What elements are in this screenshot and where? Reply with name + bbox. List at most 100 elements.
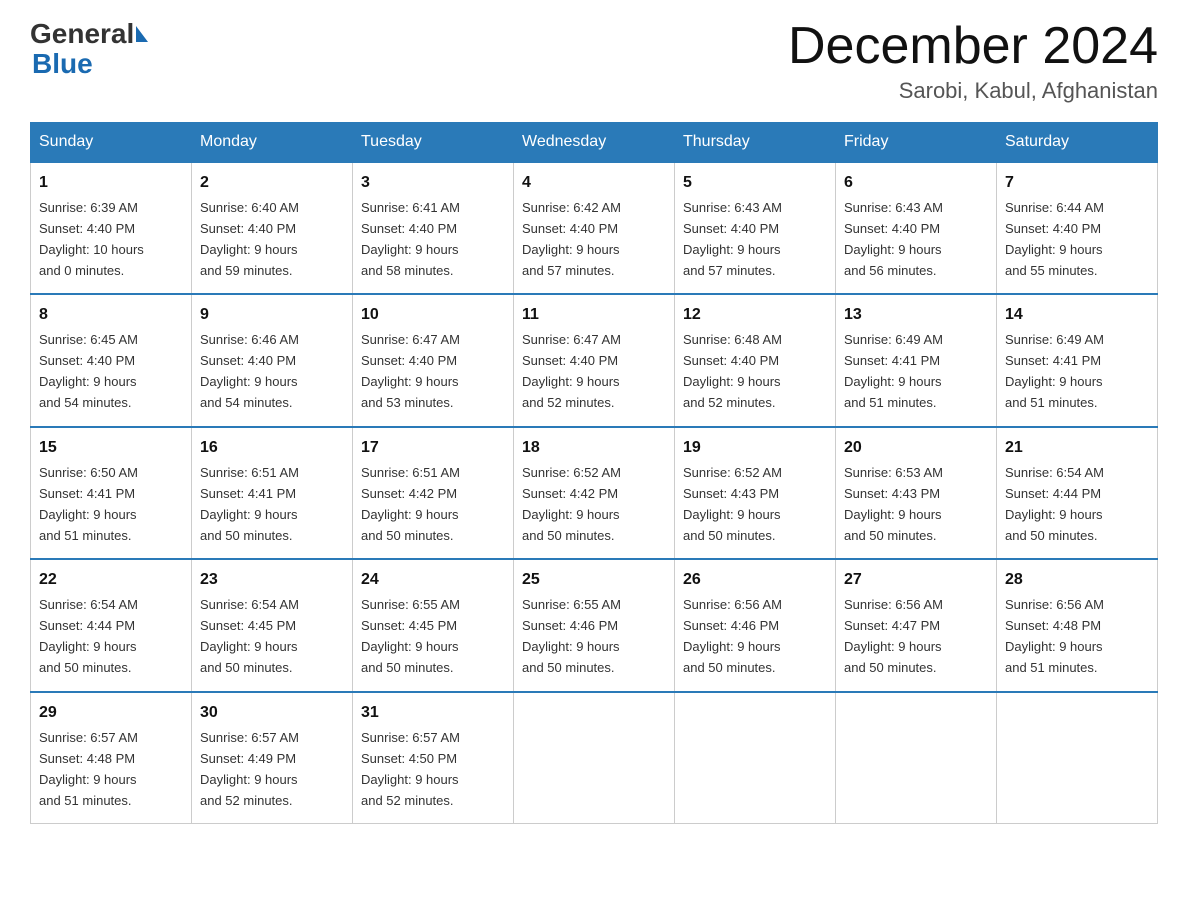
day-info: Sunrise: 6:55 AMSunset: 4:46 PMDaylight:… [522, 597, 621, 675]
day-info: Sunrise: 6:43 AMSunset: 4:40 PMDaylight:… [683, 200, 782, 278]
calendar-day-cell: 10 Sunrise: 6:47 AMSunset: 4:40 PMDayligh… [353, 294, 514, 426]
day-info: Sunrise: 6:46 AMSunset: 4:40 PMDaylight:… [200, 332, 299, 410]
calendar-day-cell: 24 Sunrise: 6:55 AMSunset: 4:45 PMDayligh… [353, 559, 514, 691]
day-number: 1 [39, 171, 183, 196]
day-number: 24 [361, 568, 505, 593]
calendar-day-cell: 9 Sunrise: 6:46 AMSunset: 4:40 PMDaylight… [192, 294, 353, 426]
day-number: 23 [200, 568, 344, 593]
day-info: Sunrise: 6:47 AMSunset: 4:40 PMDaylight:… [361, 332, 460, 410]
day-number: 13 [844, 303, 988, 328]
calendar-day-cell: 12 Sunrise: 6:48 AMSunset: 4:40 PMDayligh… [675, 294, 836, 426]
calendar-week-row: 22Sunrise: 6:54 AMSunset: 4:44 PMDayligh… [31, 559, 1158, 691]
header-tuesday: Tuesday [353, 123, 514, 163]
logo-row1: General [30, 20, 148, 48]
day-number: 19 [683, 436, 827, 461]
calendar-day-cell: 21 Sunrise: 6:54 AMSunset: 4:44 PMDayligh… [997, 427, 1158, 559]
day-number: 26 [683, 568, 827, 593]
header-friday: Friday [836, 123, 997, 163]
calendar-day-cell: 23 Sunrise: 6:54 AMSunset: 4:45 PMDayligh… [192, 559, 353, 691]
day-info: Sunrise: 6:47 AMSunset: 4:40 PMDaylight:… [522, 332, 621, 410]
header-thursday: Thursday [675, 123, 836, 163]
day-number: 21 [1005, 436, 1149, 461]
day-number: 27 [844, 568, 988, 593]
day-number: 29 [39, 701, 183, 726]
calendar-day-cell: 1 Sunrise: 6:39 AMSunset: 4:40 PMDaylight… [31, 162, 192, 294]
day-number: 10 [361, 303, 505, 328]
calendar-day-cell: 13 Sunrise: 6:49 AMSunset: 4:41 PMDayligh… [836, 294, 997, 426]
calendar-day-cell: 29 Sunrise: 6:57 AMSunset: 4:48 PMDayligh… [31, 692, 192, 824]
day-number: 6 [844, 171, 988, 196]
day-info: Sunrise: 6:57 AMSunset: 4:48 PMDaylight:… [39, 730, 138, 808]
day-number: 31 [361, 701, 505, 726]
calendar-day-cell: 30 Sunrise: 6:57 AMSunset: 4:49 PMDayligh… [192, 692, 353, 824]
calendar-day-cell: 11 Sunrise: 6:47 AMSunset: 4:40 PMDayligh… [514, 294, 675, 426]
day-info: Sunrise: 6:57 AMSunset: 4:50 PMDaylight:… [361, 730, 460, 808]
calendar-day-cell: 31 Sunrise: 6:57 AMSunset: 4:50 PMDayligh… [353, 692, 514, 824]
header-sunday: Sunday [31, 123, 192, 163]
logo-blue: Blue [30, 48, 93, 80]
calendar-day-cell [514, 692, 675, 824]
logo-area: General Blue [30, 20, 148, 80]
day-number: 30 [200, 701, 344, 726]
day-info: Sunrise: 6:52 AMSunset: 4:43 PMDaylight:… [683, 465, 782, 543]
calendar-week-row: 29 Sunrise: 6:57 AMSunset: 4:48 PMDayligh… [31, 692, 1158, 824]
calendar-week-row: 1 Sunrise: 6:39 AMSunset: 4:40 PMDaylight… [31, 162, 1158, 294]
logo-arrow-icon [136, 26, 148, 42]
day-info: Sunrise: 6:53 AMSunset: 4:43 PMDaylight:… [844, 465, 943, 543]
calendar-day-cell: 17 Sunrise: 6:51 AMSunset: 4:42 PMDayligh… [353, 427, 514, 559]
day-info: Sunrise: 6:49 AMSunset: 4:41 PMDaylight:… [844, 332, 943, 410]
calendar-day-cell: 4 Sunrise: 6:42 AMSunset: 4:40 PMDaylight… [514, 162, 675, 294]
calendar-day-cell [836, 692, 997, 824]
day-info: Sunrise: 6:56 AMSunset: 4:46 PMDaylight:… [683, 597, 782, 675]
day-info: Sunrise: 6:48 AMSunset: 4:40 PMDaylight:… [683, 332, 782, 410]
calendar-week-row: 8Sunrise: 6:45 AMSunset: 4:40 PMDaylight… [31, 294, 1158, 426]
day-info: Sunrise: 6:44 AMSunset: 4:40 PMDaylight:… [1005, 200, 1104, 278]
calendar-day-cell: 14 Sunrise: 6:49 AMSunset: 4:41 PMDayligh… [997, 294, 1158, 426]
logo-general-text: General [30, 18, 134, 49]
calendar-day-cell: 25 Sunrise: 6:55 AMSunset: 4:46 PMDayligh… [514, 559, 675, 691]
calendar-week-row: 15 Sunrise: 6:50 AMSunset: 4:41 PMDayligh… [31, 427, 1158, 559]
day-info: Sunrise: 6:57 AMSunset: 4:49 PMDaylight:… [200, 730, 299, 808]
day-info: Sunrise: 6:51 AMSunset: 4:41 PMDaylight:… [200, 465, 299, 543]
day-number: 25 [522, 568, 666, 593]
calendar-day-cell: 15 Sunrise: 6:50 AMSunset: 4:41 PMDayligh… [31, 427, 192, 559]
day-number: 15 [39, 436, 183, 461]
weekday-header-row: Sunday Monday Tuesday Wednesday Thursday… [31, 123, 1158, 163]
day-number: 4 [522, 171, 666, 196]
day-info: Sunrise: 6:54 AMSunset: 4:44 PMDaylight:… [1005, 465, 1104, 543]
title-area: December 2024 Sarobi, Kabul, Afghanistan [788, 20, 1158, 104]
location-title: Sarobi, Kabul, Afghanistan [788, 78, 1158, 104]
day-number: 2 [200, 171, 344, 196]
header-saturday: Saturday [997, 123, 1158, 163]
header-monday: Monday [192, 123, 353, 163]
day-number: 14 [1005, 303, 1149, 328]
calendar-day-cell: 7 Sunrise: 6:44 AMSunset: 4:40 PMDaylight… [997, 162, 1158, 294]
day-info: Sunrise: 6:42 AMSunset: 4:40 PMDaylight:… [522, 200, 621, 278]
calendar-table: Sunday Monday Tuesday Wednesday Thursday… [30, 122, 1158, 824]
day-number: 11 [522, 303, 666, 328]
day-info: Sunrise: 6:39 AMSunset: 4:40 PMDaylight:… [39, 200, 144, 278]
calendar-day-cell: 19 Sunrise: 6:52 AMSunset: 4:43 PMDayligh… [675, 427, 836, 559]
day-info: Sunrise: 6:54 AMSunset: 4:45 PMDaylight:… [200, 597, 299, 675]
day-number: 3 [361, 171, 505, 196]
day-number: 5 [683, 171, 827, 196]
calendar-day-cell: 3Sunrise: 6:41 AMSunset: 4:40 PMDaylight… [353, 162, 514, 294]
calendar-day-cell: 16Sunrise: 6:51 AMSunset: 4:41 PMDayligh… [192, 427, 353, 559]
day-info: Sunrise: 6:43 AMSunset: 4:40 PMDaylight:… [844, 200, 943, 278]
day-number: 7 [1005, 171, 1149, 196]
day-info: Sunrise: 6:55 AMSunset: 4:45 PMDaylight:… [361, 597, 460, 675]
day-info: Sunrise: 6:49 AMSunset: 4:41 PMDaylight:… [1005, 332, 1104, 410]
calendar-day-cell: 5 Sunrise: 6:43 AMSunset: 4:40 PMDaylight… [675, 162, 836, 294]
day-info: Sunrise: 6:50 AMSunset: 4:41 PMDaylight:… [39, 465, 138, 543]
calendar-day-cell: 28Sunrise: 6:56 AMSunset: 4:48 PMDayligh… [997, 559, 1158, 691]
day-number: 9 [200, 303, 344, 328]
day-number: 18 [522, 436, 666, 461]
day-number: 20 [844, 436, 988, 461]
day-number: 12 [683, 303, 827, 328]
day-info: Sunrise: 6:51 AMSunset: 4:42 PMDaylight:… [361, 465, 460, 543]
day-info: Sunrise: 6:45 AMSunset: 4:40 PMDaylight:… [39, 332, 138, 410]
day-info: Sunrise: 6:56 AMSunset: 4:48 PMDaylight:… [1005, 597, 1104, 675]
day-number: 22 [39, 568, 183, 593]
day-number: 17 [361, 436, 505, 461]
logo-general: General [30, 20, 148, 48]
